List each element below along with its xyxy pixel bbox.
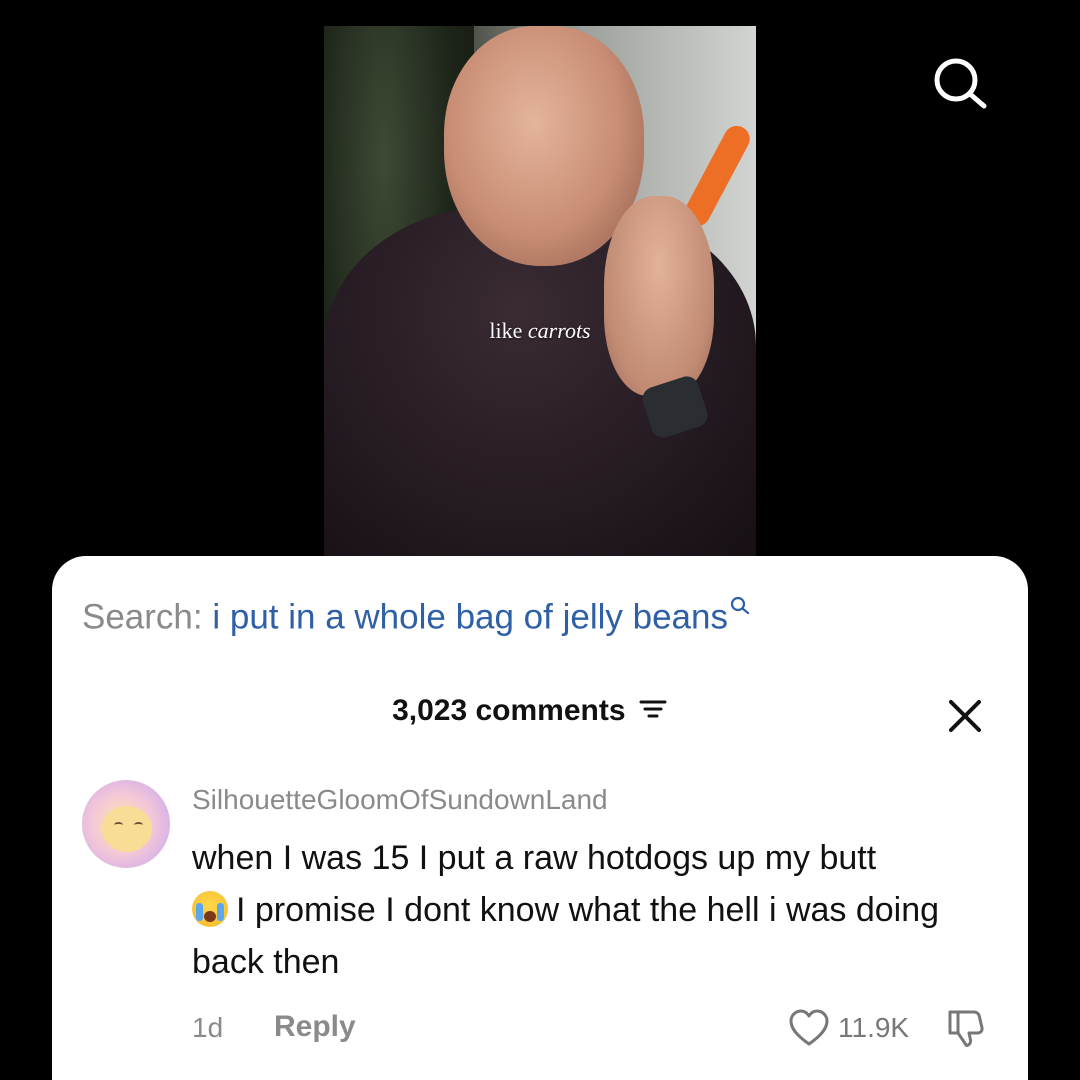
video-caption: like carrots [324, 318, 756, 344]
like-button[interactable]: 11.9K [788, 1008, 909, 1048]
avatar[interactable] [82, 780, 170, 868]
search-icon[interactable] [930, 56, 990, 116]
comments-header: 3,023 comments [52, 694, 1028, 729]
reply-button[interactable]: Reply [274, 1010, 356, 1044]
search-suggestion[interactable]: Search: i put in a whole bag of jelly be… [82, 596, 750, 638]
comment-time: 1d [192, 1012, 224, 1043]
comment-line-1: when I was 15 I put a raw hotdogs up my … [192, 839, 877, 877]
filter-icon[interactable] [638, 695, 668, 729]
search-query-link[interactable]: i put in a whole bag of jelly beans [212, 598, 728, 637]
comment-line-rest: I promise I dont know what the hell i wa… [192, 891, 940, 981]
search-prefix: Search: [82, 597, 203, 637]
close-icon[interactable] [945, 696, 985, 736]
caption-plain: like [489, 318, 523, 343]
comments-panel: Search: i put in a whole bag of jelly be… [52, 556, 1028, 1080]
heart-icon [789, 1009, 829, 1046]
comments-count: 3,023 comments [392, 694, 626, 727]
like-count: 11.9K [838, 1012, 910, 1043]
small-search-icon [730, 596, 750, 615]
video-player[interactable]: like carrots [324, 26, 756, 556]
comment-text: when I was 15 I put a raw hotdogs up my … [192, 832, 1012, 988]
person-hand [604, 196, 714, 396]
thumbs-down-icon[interactable] [944, 1008, 988, 1048]
comment-meta: 1d Reply 11.9K [192, 1008, 992, 1048]
comment-username[interactable]: SilhouetteGloomOfSundownLand [192, 784, 608, 816]
loudly-crying-face-emoji-icon [192, 891, 228, 927]
caption-italic: carrots [527, 318, 591, 343]
